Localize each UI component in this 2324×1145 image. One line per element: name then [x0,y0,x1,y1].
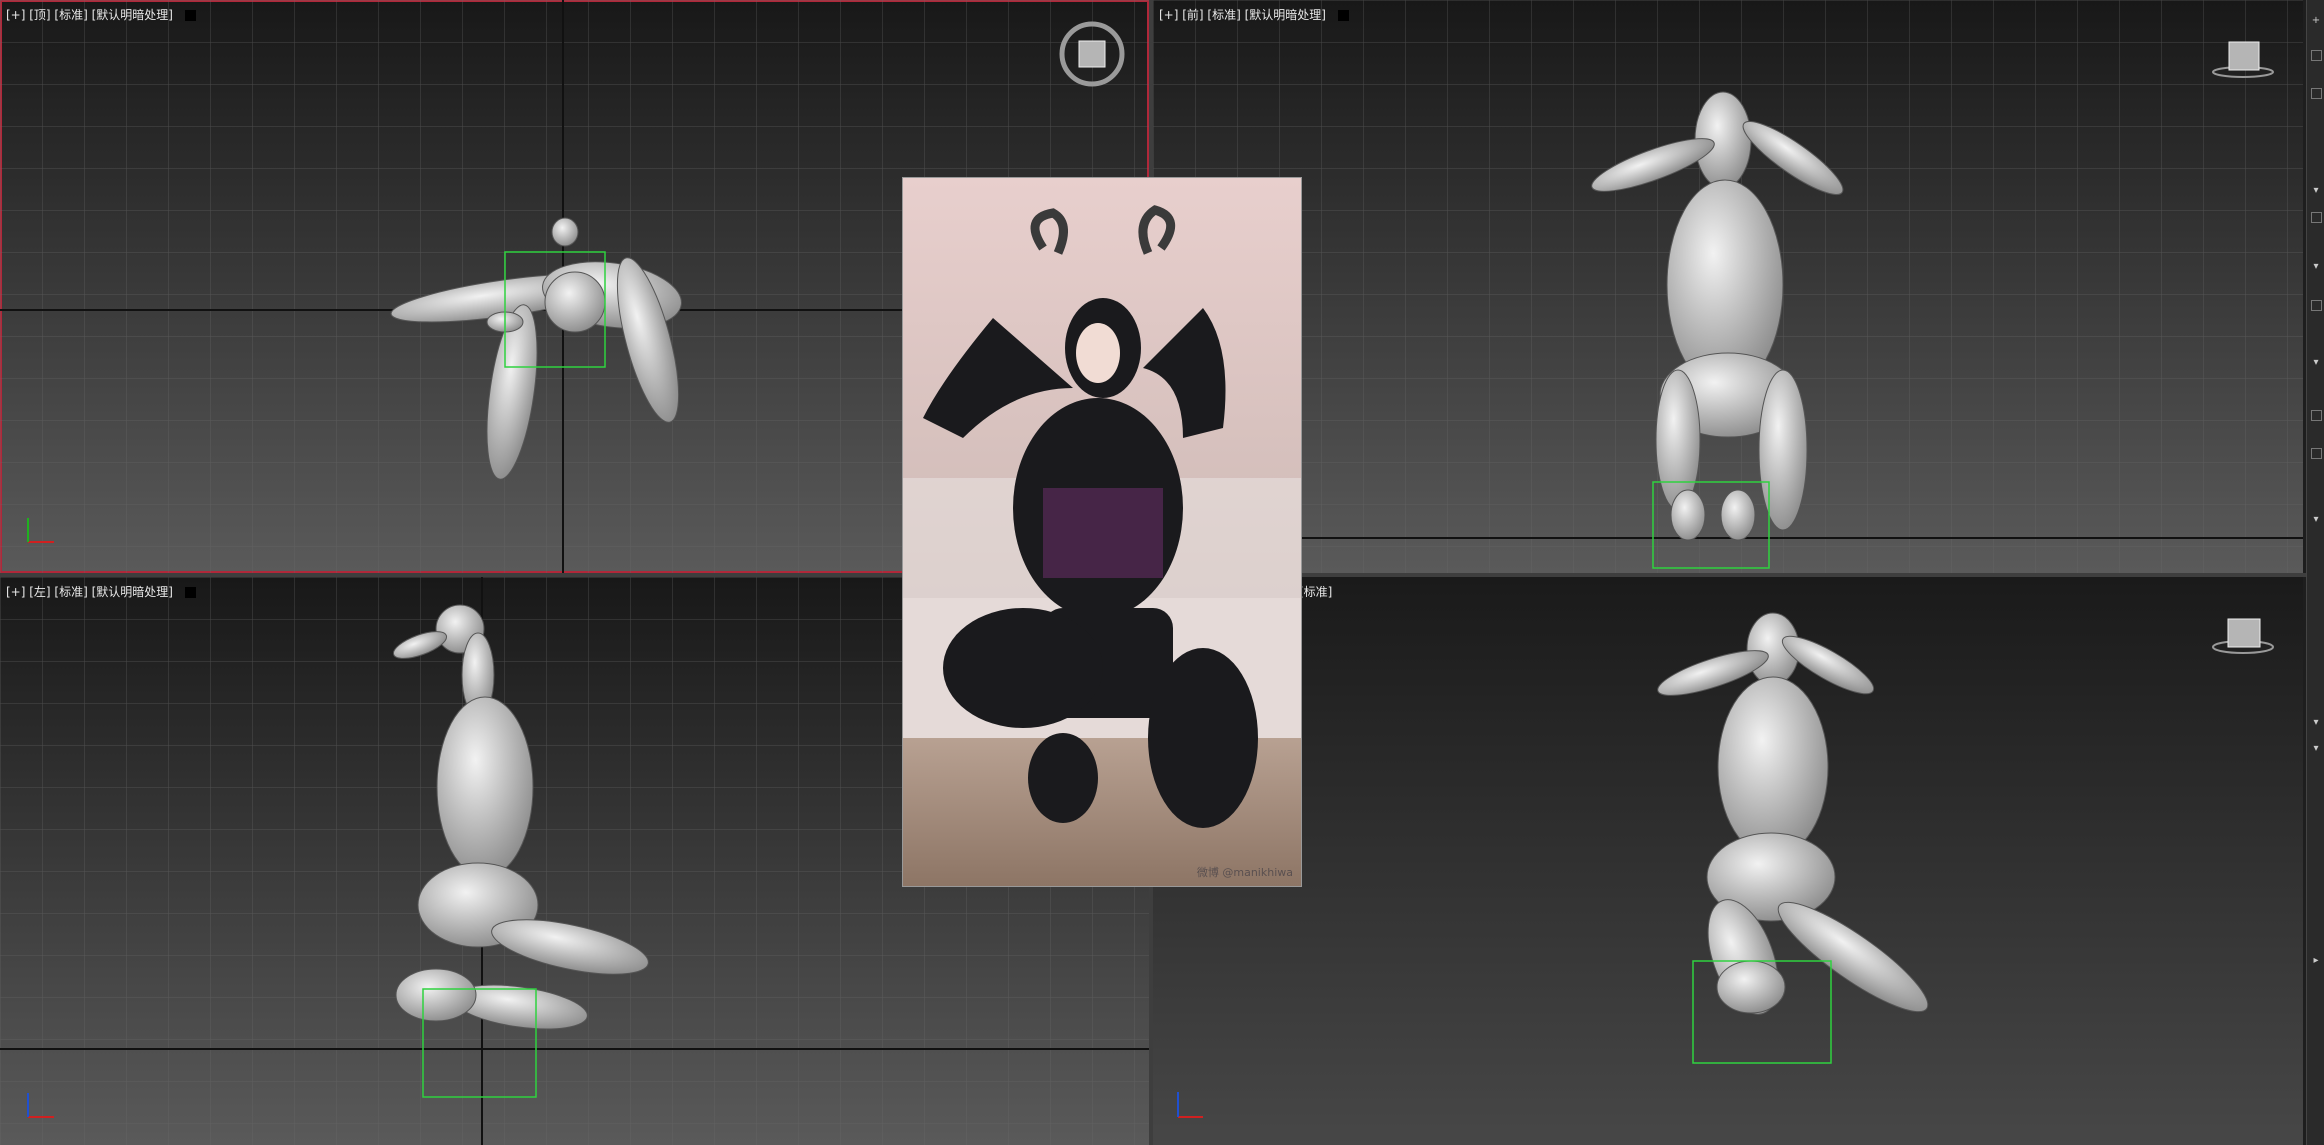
front-viewport[interactable]: [+] [前] [标准] [默认明暗处理] [1153,0,2303,573]
top-viewport-label[interactable]: [+] [顶] [标准] [默认明暗处理] [6,6,196,23]
panel-toggle-box[interactable] [2311,88,2322,99]
reference-photo[interactable]: 微博 @manikhiwa [902,177,1302,887]
chevron-down-icon[interactable]: ▾ [2311,515,2321,525]
panel-toggle-box[interactable] [2311,300,2322,311]
photo-watermark: 微博 @manikhiwa [1196,866,1293,879]
reference-photo-image [903,178,1301,886]
mannequin-figure[interactable] [1654,612,1940,1027]
right-command-strip: + ▾ ▾ ▾ ▾ ▾ ▾ ▸ [2306,0,2324,1145]
perspective-viewport-label-text[interactable]: [标准] [1299,585,1332,599]
top-viewport-label-text[interactable]: [+] [顶] [标准] [默认明暗处理] [6,8,173,22]
front-viewport-label-text[interactable]: [+] [前] [标准] [默认明暗处理] [1159,8,1326,22]
axis-tripod-icon [1177,1092,1203,1118]
left-viewport-label[interactable]: [+] [左] [标准] [默认明暗处理] [6,583,196,600]
panel-toggle-box[interactable] [2311,448,2322,459]
viewport-menu-square[interactable] [184,10,196,21]
front-viewport-label[interactable]: [+] [前] [标准] [默认明暗处理] [1159,6,1349,23]
front-viewport-grid [1153,0,2303,573]
chevron-down-icon[interactable]: ▾ [2311,262,2321,272]
chevron-down-icon[interactable]: ▾ [2311,744,2321,754]
viewport-menu-square[interactable] [1337,10,1349,21]
left-viewport-label-text[interactable]: [+] [左] [标准] [默认明暗处理] [6,585,173,599]
panel-toggle-box[interactable] [2311,50,2322,61]
perspective-viewport-scene [1177,612,2274,1118]
viewport-menu-square[interactable] [184,587,196,598]
perspective-viewport-label[interactable]: [标准] [1299,583,1332,600]
chevron-right-icon[interactable]: ▸ [2311,956,2321,966]
viewcube-icon[interactable] [2212,618,2274,654]
chevron-down-icon[interactable]: ▾ [2311,186,2321,196]
add-icon[interactable]: + [2311,16,2321,26]
panel-toggle-box[interactable] [2311,212,2322,223]
panel-toggle-box[interactable] [2311,410,2322,421]
perspective-viewport[interactable]: [标准] [1153,577,2303,1145]
chevron-down-icon[interactable]: ▾ [2311,718,2321,728]
chevron-down-icon[interactable]: ▾ [2311,358,2321,368]
